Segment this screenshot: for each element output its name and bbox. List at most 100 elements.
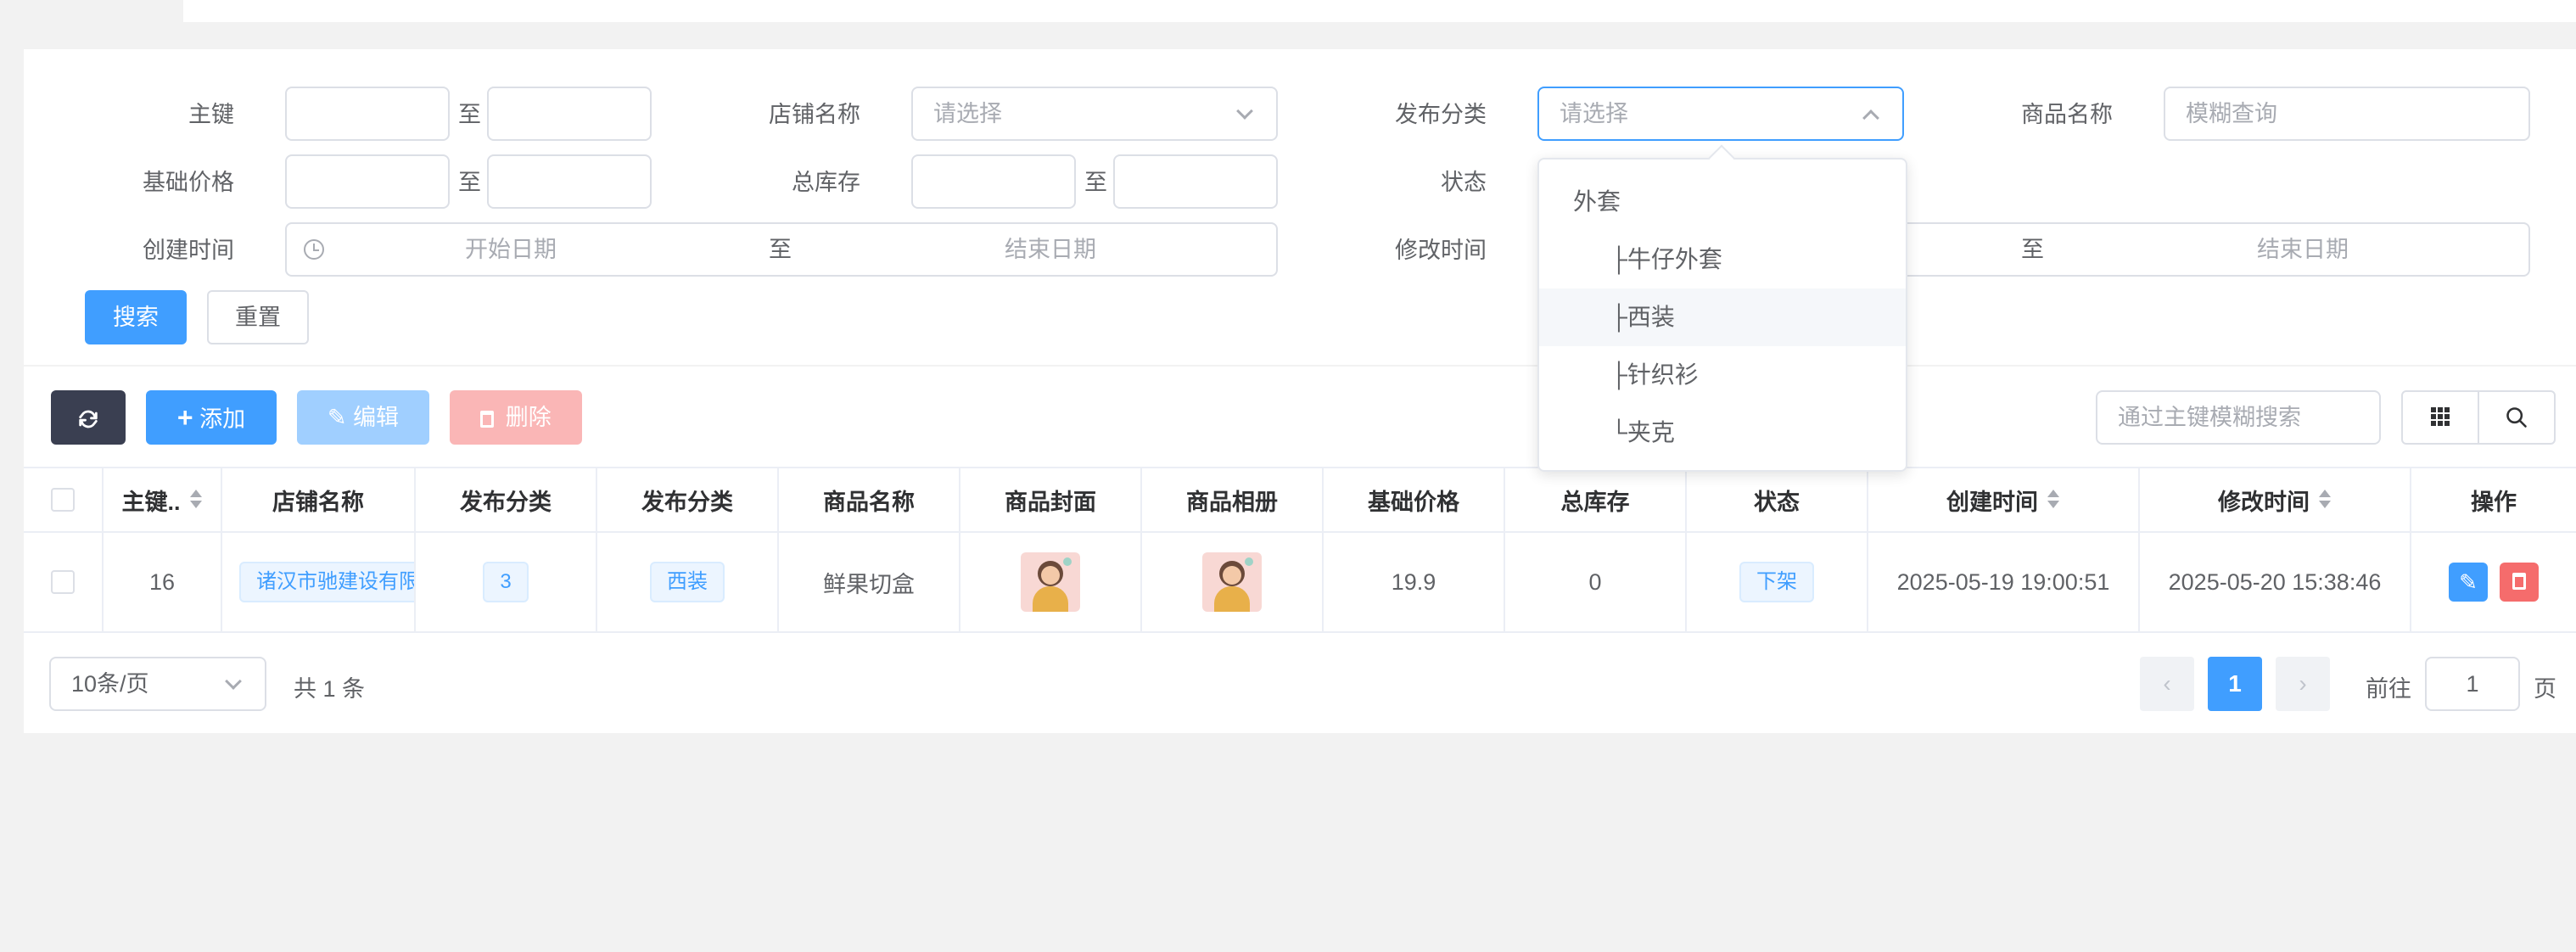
pk-range-separator: 至 xyxy=(458,102,481,127)
category-label: 发布分类 xyxy=(1395,102,1487,127)
header-modified-label: 修改时间 xyxy=(2218,489,2310,515)
sort-icon[interactable] xyxy=(2047,489,2060,511)
modified-time-label: 修改时间 xyxy=(1395,238,1487,263)
stock-range-separator: 至 xyxy=(1084,170,1107,195)
status-tag: 下架 xyxy=(1739,562,1814,602)
goto-page-input[interactable]: 1 xyxy=(2425,657,2520,711)
album-image[interactable] xyxy=(1202,552,1262,612)
cell-actions: ✎ xyxy=(2411,533,2576,631)
cell-created: 2025-05-19 19:00:51 xyxy=(1868,533,2140,631)
page-size-select[interactable]: 10条/页 xyxy=(49,657,266,711)
select-all-cell xyxy=(24,468,104,531)
dropdown-option[interactable]: 外套 xyxy=(1539,173,1906,231)
row-checkbox[interactable] xyxy=(51,570,75,594)
row-delete-button[interactable] xyxy=(2500,563,2539,602)
prev-page-button[interactable]: ‹ xyxy=(2140,657,2194,711)
modified-end-placeholder: 结束日期 xyxy=(2257,237,2349,262)
header-category: 发布分类 xyxy=(597,468,779,531)
cell-cover xyxy=(960,533,1142,631)
header-category-label: 发布分类 xyxy=(641,489,733,515)
columns-toggle-button[interactable] xyxy=(2403,392,2479,443)
pk-min-input[interactable] xyxy=(285,87,450,141)
plus-icon: + xyxy=(176,402,193,433)
trash-icon xyxy=(2512,573,2526,590)
header-modified[interactable]: 修改时间 xyxy=(2140,468,2411,531)
category-dropdown-menu: 外套 ├牛仔外套 ├西装 ├针织衫 └夹克 xyxy=(1537,144,1907,472)
price-range-separator: 至 xyxy=(458,170,481,195)
header-stock: 总库存 xyxy=(1505,468,1687,531)
cell-shop: 诸汉市驰建设有限 xyxy=(222,533,416,631)
product-name-placeholder: 模糊查询 xyxy=(2186,101,2277,126)
created-time-label: 创建时间 xyxy=(143,238,234,263)
pencil-icon: ✎ xyxy=(2459,569,2478,595)
dropdown-option-hovered[interactable]: ├西装 xyxy=(1539,288,1906,346)
row-edit-button[interactable]: ✎ xyxy=(2449,563,2488,602)
chevron-down-icon xyxy=(225,673,242,690)
clock-icon xyxy=(304,239,324,260)
cell-category: 西装 xyxy=(597,533,779,631)
header-shop: 店铺名称 xyxy=(222,468,416,531)
select-all-checkbox[interactable] xyxy=(51,488,75,512)
header-category-id-label: 发布分类 xyxy=(460,489,552,515)
stock-min-input[interactable] xyxy=(911,154,1076,209)
header-album: 商品相册 xyxy=(1142,468,1324,531)
table-row: 16 诸汉市驰建设有限 3 西装 鲜果切盒 19.9 0 下架 2025-05-… xyxy=(24,533,2576,633)
header-status-label: 状态 xyxy=(1754,489,1800,515)
stock-max-input[interactable] xyxy=(1113,154,1278,209)
cell-price: 19.9 xyxy=(1324,533,1505,631)
created-date-range-picker[interactable]: 开始日期 至 结束日期 xyxy=(285,222,1278,277)
toggle-search-button[interactable] xyxy=(2479,392,2554,443)
sort-icon[interactable] xyxy=(189,489,203,511)
header-category-id: 发布分类 xyxy=(416,468,597,531)
search-button[interactable]: 搜索 xyxy=(85,290,187,344)
page-size-value: 10条/页 xyxy=(71,671,149,697)
view-toggle-group xyxy=(2401,390,2556,445)
cell-stock: 0 xyxy=(1505,533,1687,631)
refresh-icon xyxy=(79,410,98,428)
refresh-button[interactable] xyxy=(51,390,126,445)
page-number-current[interactable]: 1 xyxy=(2208,657,2262,711)
header-stock-label: 总库存 xyxy=(1560,489,1630,515)
table-header: 主键.. 店铺名称 发布分类 发布分类 商品名称 商品封面 商品相册 基础价格 … xyxy=(24,467,2576,533)
price-min-input[interactable] xyxy=(285,154,450,209)
next-page-button[interactable]: › xyxy=(2276,657,2330,711)
reset-button[interactable]: 重置 xyxy=(207,290,309,344)
chevron-down-icon xyxy=(1236,103,1253,120)
pk-label: 主键 xyxy=(188,102,234,127)
cell-pk: 16 xyxy=(104,533,222,631)
header-created[interactable]: 创建时间 xyxy=(1868,468,2140,531)
search-icon xyxy=(2506,407,2527,428)
header-shop-label: 店铺名称 xyxy=(272,489,364,515)
shop-tag: 诸汉市驰建设有限 xyxy=(239,562,414,602)
dropdown-option[interactable]: ├针织衫 xyxy=(1539,346,1906,404)
category-tag: 西装 xyxy=(650,562,725,602)
delete-button[interactable]: 删除 xyxy=(450,390,582,445)
goto-label: 前往 xyxy=(2366,676,2411,702)
header-price: 基础价格 xyxy=(1324,468,1505,531)
product-name-input[interactable]: 模糊查询 xyxy=(2164,87,2530,141)
cover-image[interactable] xyxy=(1021,552,1080,612)
row-select-cell xyxy=(24,533,104,631)
price-max-input[interactable] xyxy=(487,154,652,209)
add-button-label: 添加 xyxy=(199,406,246,432)
pk-fuzzy-search-input[interactable]: 通过主键模糊搜索 xyxy=(2096,390,2381,445)
stock-label: 总库存 xyxy=(792,170,860,195)
header-pk[interactable]: 主键.. xyxy=(104,468,222,531)
cell-status: 下架 xyxy=(1687,533,1868,631)
category-select[interactable]: 请选择 xyxy=(1537,87,1904,141)
header-actions-label: 操作 xyxy=(2471,489,2517,515)
header-product-name-label: 商品名称 xyxy=(823,489,915,515)
dropdown-option[interactable]: ├牛仔外套 xyxy=(1539,231,1906,288)
edit-button[interactable]: ✎ 编辑 xyxy=(297,390,429,445)
shop-select[interactable]: 请选择 xyxy=(911,87,1278,141)
add-button[interactable]: + 添加 xyxy=(146,390,277,445)
page-unit-label: 页 xyxy=(2534,676,2556,702)
pk-max-input[interactable] xyxy=(487,87,652,141)
dropdown-option[interactable]: └夹克 xyxy=(1539,404,1906,462)
sort-icon[interactable] xyxy=(2318,489,2332,511)
header-price-label: 基础价格 xyxy=(1368,489,1459,515)
cell-product-name: 鲜果切盒 xyxy=(779,533,960,631)
chevron-up-icon xyxy=(1862,109,1879,126)
header-pk-label: 主键.. xyxy=(121,489,181,515)
created-start-placeholder: 开始日期 xyxy=(465,237,557,262)
